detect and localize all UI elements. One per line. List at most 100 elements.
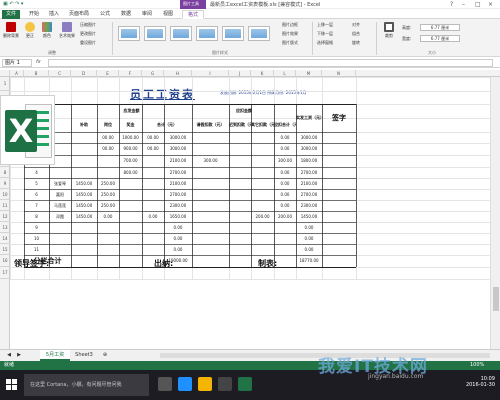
late-deduction[interactable]	[229, 211, 251, 222]
base-pay[interactable]	[71, 143, 97, 155]
total-should[interactable]: 0.00	[164, 233, 192, 244]
row-number[interactable]: 6	[24, 189, 49, 200]
column-header[interactable]: C	[49, 70, 71, 77]
late-deduction[interactable]	[229, 167, 251, 178]
row-header[interactable]: 9	[0, 178, 10, 189]
subsidy[interactable]: 250.00	[97, 200, 119, 211]
bonus[interactable]: 00.00	[142, 132, 164, 143]
column-header[interactable]: E	[97, 70, 119, 77]
actual-pay[interactable]: 3000.00	[296, 143, 322, 155]
base-pay[interactable]: 1450.00	[71, 189, 97, 200]
group-header-should[interactable]: 应发金额	[71, 104, 192, 118]
row-header[interactable]: 16	[0, 255, 10, 267]
row-number[interactable]: 8	[24, 211, 49, 222]
picture-effects-button[interactable]: 图片效果	[282, 31, 298, 37]
base-pay[interactable]	[71, 132, 97, 143]
file-explorer-icon[interactable]	[198, 377, 212, 391]
excel-taskbar-icon[interactable]	[238, 377, 252, 391]
row-header[interactable]: 10	[0, 189, 10, 200]
scroll-thumb[interactable]	[493, 287, 499, 311]
actual-pay[interactable]: 1450.00	[296, 211, 322, 222]
total-deduct[interactable]: 0.00	[274, 189, 296, 200]
sheet-tab-sheet3[interactable]: Sheet3	[72, 350, 96, 361]
total-should[interactable]: 0.00	[164, 244, 192, 255]
subsidy[interactable]: 00.00	[97, 143, 119, 155]
column-header[interactable]: H	[164, 70, 192, 77]
row-number[interactable]: 7	[24, 200, 49, 211]
total-should[interactable]: 2700.00	[164, 189, 192, 200]
column-title[interactable]: 岗位	[97, 118, 119, 132]
leave-deduction[interactable]	[192, 167, 229, 178]
formula-input[interactable]	[48, 59, 493, 67]
total-deduct[interactable]: 0.00	[274, 178, 296, 189]
preparer-label[interactable]: 制表:	[258, 258, 277, 269]
row-number[interactable]: 9	[24, 222, 49, 233]
bonus[interactable]: 0.00	[142, 211, 164, 222]
leave-deduction[interactable]	[192, 143, 229, 155]
row-header[interactable]: 11	[0, 200, 10, 211]
align-button[interactable]: 对齐	[352, 22, 360, 28]
column-header[interactable]: G	[142, 70, 164, 77]
actual-pay[interactable]: 2700.00	[296, 167, 322, 178]
tab-file[interactable]: 文件	[2, 10, 20, 19]
post-pay[interactable]: 800.00	[119, 167, 142, 178]
actual-pay[interactable]: 3000.00	[296, 132, 322, 143]
total-deduct[interactable]: 0.00	[274, 143, 296, 155]
subsidy[interactable]: 250.00	[97, 178, 119, 189]
row-header[interactable]: 13	[0, 222, 10, 233]
employee-name[interactable]: 马莲莲	[49, 200, 71, 211]
actual-pay[interactable]: 0.00	[296, 244, 322, 255]
employee-name[interactable]: 张爱琴	[49, 178, 71, 189]
total-deduct[interactable]: 200.00	[274, 211, 296, 222]
column-header[interactable]: B	[24, 70, 49, 77]
post-pay[interactable]: 1000.00	[119, 132, 142, 143]
tab-view[interactable]: 视图	[160, 10, 176, 19]
other-deduction[interactable]	[251, 189, 274, 200]
compress-pictures-button[interactable]: 压缩图片	[80, 22, 96, 28]
tab-scroll-left-icon[interactable]: ◀	[4, 350, 14, 361]
late-deduction[interactable]	[229, 155, 251, 167]
row-header[interactable]: 17	[0, 267, 10, 279]
post-pay[interactable]: 900.00	[119, 143, 142, 155]
subsidy[interactable]	[97, 155, 119, 167]
subsidy[interactable]: 250.00	[97, 189, 119, 200]
column-header[interactable]: J	[229, 70, 251, 77]
total-should[interactable]: 2100.00	[164, 178, 192, 189]
total-should[interactable]: 2100.00	[164, 155, 192, 167]
post-pay[interactable]: 700.00	[119, 155, 142, 167]
selection-pane-button[interactable]: 选择窗格	[317, 40, 333, 46]
total-should[interactable]: 2700.00	[164, 167, 192, 178]
post-pay[interactable]	[119, 189, 142, 200]
tab-formulas[interactable]: 公式	[97, 10, 113, 19]
column-title[interactable]: 其它扣款（元）	[251, 118, 274, 132]
bring-forward-button[interactable]: 上移一层	[317, 22, 333, 28]
color-button[interactable]: 颜色	[40, 22, 54, 39]
height-input[interactable]: 6.77 厘米	[420, 24, 460, 31]
bonus[interactable]	[142, 178, 164, 189]
select-all-corner[interactable]	[0, 70, 10, 77]
column-title[interactable]: 应扣合计（元）	[274, 118, 296, 132]
late-deduction[interactable]	[229, 132, 251, 143]
total-deduct[interactable]: 0.00	[274, 200, 296, 211]
leave-deduction[interactable]: 300.00	[192, 155, 229, 167]
total-deduct[interactable]: 0.00	[274, 132, 296, 143]
store-icon[interactable]	[218, 377, 232, 391]
base-pay[interactable]	[71, 167, 97, 178]
total-deduct[interactable]: 300.00	[274, 155, 296, 167]
remove-background-button[interactable]: 删除背景	[2, 22, 20, 39]
total-should[interactable]: 0.00	[164, 222, 192, 233]
cashier-label[interactable]: 出纳:	[154, 258, 173, 269]
picture-style-6[interactable]	[248, 26, 270, 41]
tab-insert[interactable]: 插入	[46, 10, 62, 19]
base-pay[interactable]: 1450.00	[71, 200, 97, 211]
column-header[interactable]: K	[251, 70, 274, 77]
width-input[interactable]: 6.77 厘米	[420, 35, 460, 42]
tab-format[interactable]: 格式	[182, 10, 204, 19]
total-should[interactable]: 3000.00	[164, 132, 192, 143]
column-title[interactable]: 迟到扣款（元）	[229, 118, 251, 132]
column-title[interactable]: 签字	[322, 104, 356, 132]
subsidy[interactable]: 00.00	[97, 132, 119, 143]
total-deduct[interactable]: 0.00	[274, 167, 296, 178]
minimize-button[interactable]: –	[462, 1, 465, 8]
employee-name[interactable]	[49, 167, 71, 178]
